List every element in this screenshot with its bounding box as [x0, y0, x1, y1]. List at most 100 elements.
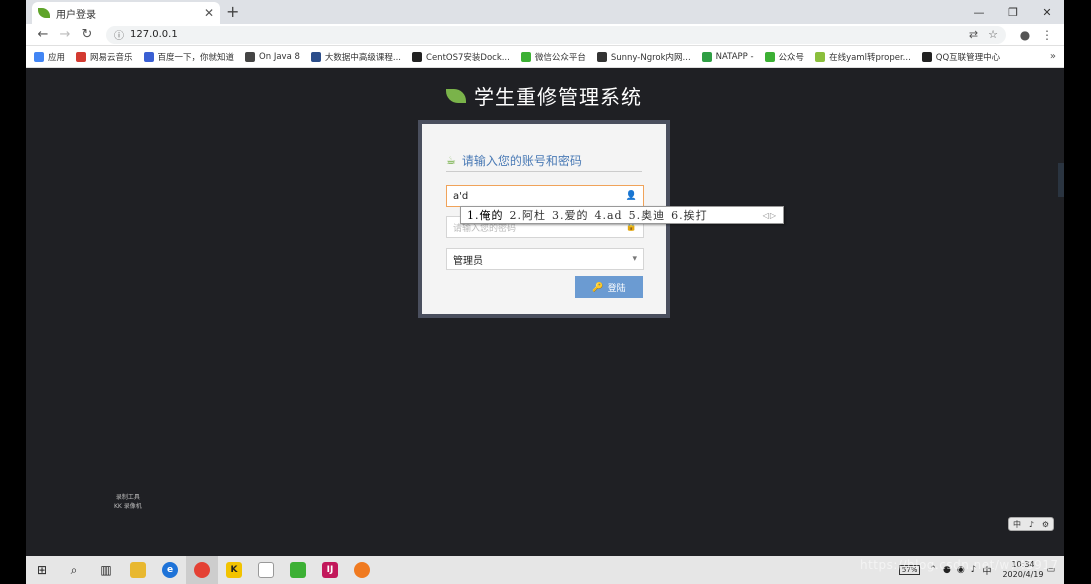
recorder-line1: 录制工具	[115, 494, 140, 501]
bookmark-item[interactable]: 在线yaml转proper...	[815, 51, 911, 63]
url-text[interactable]: 127.0.0.1	[130, 29, 959, 40]
key-icon: 🔑	[592, 281, 604, 292]
ime-chinese-mode[interactable]: 中	[1013, 519, 1021, 530]
bookmarks-bar: 应用 网易云音乐 百度一下，你就知道 On Java 8 大数据中高级课程... Cent…	[26, 46, 1064, 68]
bookmark-favicon-icon	[34, 51, 44, 62]
search-icon[interactable]: ⌕	[58, 556, 90, 584]
bookmark-favicon-icon	[143, 51, 154, 62]
recorder-watermark: 录制工具 KK 录像机	[114, 493, 142, 511]
coffee-cup-icon: ☕	[446, 154, 456, 167]
ninja-app-icon[interactable]	[346, 556, 378, 584]
tab-close-icon[interactable]: ✕	[204, 6, 214, 20]
bookmark-star-icon[interactable]: ☆	[988, 28, 998, 41]
bookmark-item[interactable]: 微信公众平台	[520, 51, 586, 63]
ime-punctuation-icon[interactable]: ♪	[1029, 520, 1034, 529]
bookmark-label: NATAPP -	[715, 51, 754, 62]
translate-icon[interactable]: ⇄	[969, 28, 978, 41]
bookmark-item[interactable]: NATAPP -	[701, 51, 754, 62]
bookmark-label: 微信公众平台	[534, 52, 586, 63]
info-icon[interactable]: ⓘ	[114, 27, 124, 42]
system-title: 学生重修管理系统	[446, 81, 642, 110]
leaf-logo-icon	[446, 88, 466, 103]
ime-candidate[interactable]: 4.ad	[595, 209, 623, 222]
bookmark-favicon-icon	[76, 51, 87, 62]
address-bar: ← → ↻ ⓘ 127.0.0.1 ⇄ ☆ ● ⋮	[26, 24, 1064, 46]
edge-browser-icon[interactable]: e	[154, 556, 186, 584]
bookmark-favicon-icon	[815, 51, 826, 62]
bookmark-label: 在线yaml转proper...	[829, 52, 911, 63]
tab-user-login[interactable]: 用户登录 ✕	[32, 2, 220, 24]
side-widget	[1058, 163, 1064, 197]
login-prompt: ☕ 请输入您的账号和密码	[446, 150, 642, 172]
intellij-icon[interactable]: IJ	[314, 556, 346, 584]
bookmarks-more-icon[interactable]: »	[1050, 51, 1056, 62]
bookmark-favicon-icon	[310, 51, 321, 62]
bookmark-favicon-icon	[412, 51, 423, 62]
ime-candidate[interactable]: 1.俺的	[467, 207, 504, 223]
bookmark-item[interactable]: 公众号	[764, 51, 805, 63]
bookmark-label: 公众号	[778, 52, 805, 63]
username-input[interactable]: a'd 👤	[446, 185, 644, 207]
recorder-app-icon[interactable]: K	[218, 556, 250, 584]
bookmark-item[interactable]: Sunny-Ngrok内网...	[596, 51, 691, 63]
bookmark-label: 百度一下，你就知道	[157, 52, 235, 63]
bookmark-favicon-icon	[596, 51, 607, 62]
omnibox[interactable]: ⓘ 127.0.0.1 ⇄ ☆	[106, 25, 1006, 44]
login-button[interactable]: 🔑 登陆	[575, 276, 643, 298]
chrome-icon[interactable]	[186, 556, 218, 584]
ime-candidate[interactable]: 2.阿杜	[510, 207, 547, 223]
bookmark-label: 网易云音乐	[90, 52, 133, 63]
window-controls: — ❐ ✕	[962, 0, 1064, 24]
username-value: a'd	[453, 190, 469, 202]
ime-candidate[interactable]: 5.奥迪	[629, 207, 666, 223]
profile-icon[interactable]: ●	[1014, 28, 1036, 42]
ime-candidate-window: 1.俺的 2.阿杜 3.爱的 4.ad 5.奥迪 6.挨打 ◁▷	[460, 206, 784, 224]
bookmark-label: 应用	[48, 52, 66, 63]
bookmark-favicon-icon	[520, 51, 531, 62]
bookmark-item[interactable]: 大数据中高级课程...	[310, 51, 402, 63]
page-content: 学生重修管理系统 ☕ 请输入您的账号和密码 a'd 👤 请输入您的密码 🔒 管理…	[26, 69, 1064, 556]
user-icon: 👤	[625, 191, 637, 201]
file-explorer-icon[interactable]	[122, 556, 154, 584]
bookmark-item[interactable]: On Java 8	[245, 51, 300, 62]
tab-title: 用户登录	[56, 9, 96, 21]
ime-settings-icon[interactable]: ⚙	[1042, 520, 1049, 529]
reload-button[interactable]: ↻	[76, 27, 98, 42]
forward-button[interactable]: →	[54, 27, 76, 42]
restore-button[interactable]: ❐	[996, 0, 1030, 24]
dropdown-arrow-icon: ▾	[632, 254, 637, 264]
bookmark-label: 大数据中高级课程...	[324, 52, 402, 63]
bookmark-item[interactable]: QQ互联管理中心	[921, 51, 1001, 63]
bookmark-item[interactable]: 网易云音乐	[76, 51, 133, 63]
ime-candidate[interactable]: 6.挨打	[671, 207, 708, 223]
bookmark-favicon-icon	[764, 51, 775, 62]
bookmark-label: CentOS7安装Dock...	[426, 52, 510, 63]
ime-toolbar[interactable]: 中 ♪ ⚙	[1008, 517, 1054, 531]
task-view-icon[interactable]: ▥	[90, 556, 122, 584]
close-window-button[interactable]: ✕	[1030, 0, 1064, 24]
bookmark-item[interactable]: 百度一下，你就知道	[143, 51, 235, 63]
bookmark-item[interactable]: 应用	[34, 51, 65, 63]
wechat-icon[interactable]	[282, 556, 314, 584]
bookmark-label: QQ互联管理中心	[935, 52, 1001, 63]
menu-icon[interactable]: ⋮	[1036, 28, 1058, 42]
new-tab-button[interactable]: +	[226, 2, 239, 21]
ime-page-arrows-icon[interactable]: ◁▷	[763, 211, 777, 220]
bookmark-item[interactable]: CentOS7安装Dock...	[412, 51, 510, 63]
bookmark-label: Sunny-Ngrok内网...	[610, 52, 691, 63]
role-selected: 管理员	[453, 255, 483, 267]
minimize-button[interactable]: —	[962, 0, 996, 24]
start-button[interactable]: ⊞	[26, 556, 58, 584]
system-title-text: 学生重修管理系统	[474, 85, 642, 109]
login-prompt-text: 请输入您的账号和密码	[461, 154, 582, 168]
csdn-watermark: https://blog.csdn.net/w745917	[860, 558, 1059, 572]
role-select[interactable]: 管理员 ▾	[446, 248, 644, 270]
tab-strip: 用户登录 ✕ + — ❐ ✕	[26, 0, 1064, 24]
bookmark-favicon-icon	[921, 51, 932, 62]
ime-candidate[interactable]: 3.爱的	[552, 207, 589, 223]
login-button-label: 登陆	[607, 282, 626, 293]
leaf-icon	[38, 8, 50, 18]
recorder-line2: KK 录像机	[114, 503, 142, 510]
back-button[interactable]: ←	[32, 27, 54, 42]
panda-app-icon[interactable]	[250, 556, 282, 584]
